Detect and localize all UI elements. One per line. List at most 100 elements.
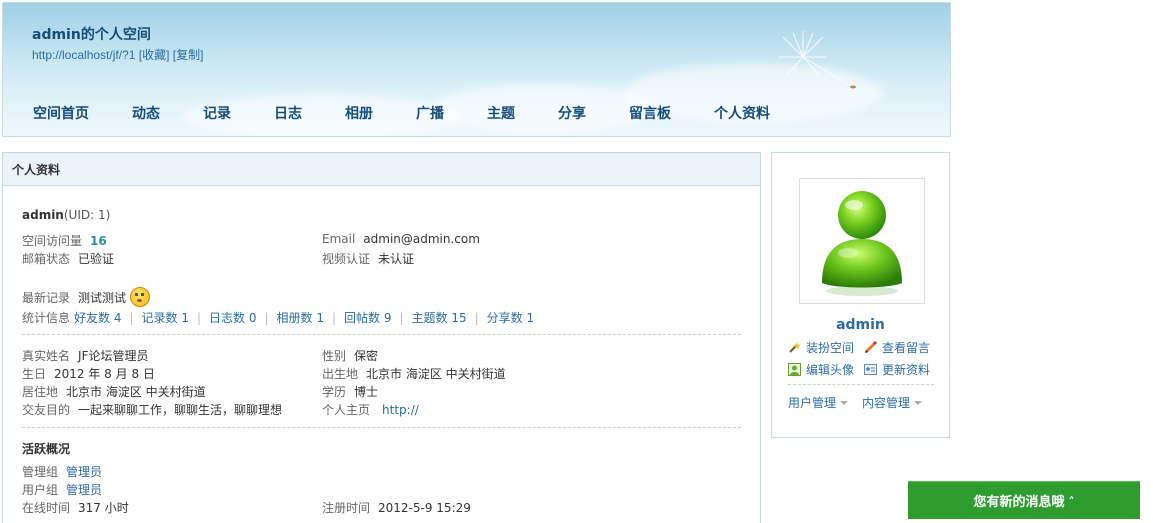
chevron-down-icon	[840, 401, 849, 405]
edit-avatar-button[interactable]: 编辑头像	[788, 361, 854, 378]
gender-label: 性别	[322, 349, 347, 363]
register-time-row: 注册时间 2012-5-9 15:29	[322, 499, 471, 516]
nav-home[interactable]: 空间首页	[33, 103, 89, 123]
chevron-up-icon: ˄	[1068, 495, 1075, 509]
user-management-menu[interactable]: 用户管理	[788, 394, 849, 411]
online-time-label: 在线时间	[22, 501, 71, 515]
decorate-space-button[interactable]: 装扮空间	[788, 339, 854, 356]
stat-blogs[interactable]: 日志数 0	[209, 311, 256, 325]
homepage-label: 个人主页	[322, 403, 371, 417]
user-group-row: 用户组 管理员	[22, 481, 102, 498]
space-title: admin的个人空间	[32, 27, 151, 43]
realname-value: JF论坛管理员	[78, 349, 149, 363]
nav-feed[interactable]: 动态	[132, 103, 160, 123]
purpose-label: 交友目的	[22, 403, 71, 417]
stat-friends[interactable]: 好友数 4	[74, 311, 121, 325]
residence-label: 居住地	[22, 385, 59, 399]
stat-threads[interactable]: 主题数 15	[412, 311, 467, 325]
mail-status-row: 邮箱状态 已验证	[22, 250, 114, 267]
smiley-emoticon-icon	[130, 287, 151, 307]
stat-records[interactable]: 记录数 1	[142, 311, 189, 325]
video-auth-value: 未认证	[378, 252, 415, 266]
user-avatar-icon	[822, 191, 902, 296]
homepage-link[interactable]: http://	[382, 403, 419, 417]
user-group-link[interactable]: 管理员	[66, 483, 102, 497]
profile-panel: 个人资料 admin(UID: 1) 空间访问量 16 Email admin@ad…	[2, 152, 761, 523]
space-header: admin的个人空间 http://localhost/jf/?1 [收藏] […	[2, 2, 951, 137]
admin-group-row: 管理组 管理员	[22, 463, 102, 480]
notification-text: 您有新的消息哦	[973, 495, 1065, 510]
visits-count: 16	[90, 234, 107, 248]
online-time-value: 317 小时	[78, 501, 129, 515]
education-row: 学历 博士	[322, 383, 378, 400]
purpose-value: 一起来聊聊工作，聊聊生活，聊聊理想	[78, 403, 283, 417]
stat-replies[interactable]: 回帖数 9	[344, 311, 391, 325]
decorate-space-label: 装扮空间	[806, 341, 855, 355]
edit-avatar-label: 编辑头像	[806, 363, 855, 377]
birthday-label: 生日	[22, 367, 47, 381]
nav-threads[interactable]: 主题	[487, 103, 515, 123]
user-management-label: 用户管理	[788, 396, 837, 410]
copy-link[interactable]: [复制]	[173, 48, 204, 62]
realname-label: 真实姓名	[22, 349, 71, 363]
email-row: Email admin@admin.com	[322, 232, 480, 246]
space-url[interactable]: http://localhost/jf/?1	[32, 48, 135, 62]
profile-uid: (UID: 1)	[63, 208, 111, 222]
birthplace-value: 北京市 海淀区 中关村街道	[366, 367, 506, 381]
mail-status-value: 已验证	[78, 252, 115, 266]
divider	[22, 334, 741, 335]
card-username[interactable]: admin	[772, 317, 949, 333]
pencil-icon	[864, 341, 877, 354]
email-label: Email	[322, 232, 356, 246]
nav-guestbook[interactable]: 留言板	[629, 103, 671, 123]
admin-group-label: 管理组	[22, 465, 59, 479]
user-card: admin 装扮空间 查看留言 编辑头像 更新资料 用户管理 内容管理	[771, 152, 950, 438]
residence-row: 居住地 北京市 海淀区 中关村街道	[22, 383, 206, 400]
birthplace-label: 出生地	[322, 367, 359, 381]
divider	[788, 384, 934, 385]
content-management-label: 内容管理	[862, 396, 911, 410]
update-profile-button[interactable]: 更新资料	[864, 361, 930, 378]
nav-album[interactable]: 相册	[345, 103, 373, 123]
view-messages-button[interactable]: 查看留言	[864, 339, 930, 356]
magic-wand-icon	[789, 342, 801, 353]
admin-group-link[interactable]: 管理员	[66, 465, 102, 479]
profile-username: admin	[22, 208, 64, 222]
cloud-decoration	[433, 83, 653, 133]
new-message-notification[interactable]: 您有新的消息哦 ˄	[908, 481, 1140, 519]
nav-records[interactable]: 记录	[203, 103, 231, 123]
chevron-down-icon	[914, 401, 923, 405]
visits-label: 空间访问量	[22, 234, 83, 248]
space-url-line: http://localhost/jf/?1 [收藏] [复制]	[32, 46, 203, 63]
favorite-link[interactable]: [收藏]	[139, 48, 170, 62]
visits-row: 空间访问量 16	[22, 232, 107, 249]
mail-status-label: 邮箱状态	[22, 252, 71, 266]
update-profile-label: 更新资料	[882, 363, 931, 377]
nav-broadcast[interactable]: 广播	[416, 103, 444, 123]
stat-shares[interactable]: 分享数 1	[487, 311, 534, 325]
video-auth-label: 视频认证	[322, 252, 371, 266]
education-label: 学历	[322, 385, 347, 399]
register-time-label: 注册时间	[322, 501, 371, 515]
latest-record-label: 最新记录	[22, 291, 71, 305]
avatar[interactable]	[799, 178, 925, 304]
view-messages-label: 查看留言	[882, 341, 931, 355]
stat-albums[interactable]: 相册数 1	[277, 311, 324, 325]
education-value: 博士	[354, 385, 379, 399]
birthday-value: 2012 年 8 月 8 日	[54, 367, 155, 381]
latest-record-row: 最新记录 测试测试	[22, 287, 151, 307]
user-identity: admin(UID: 1)	[22, 208, 110, 222]
stats-label: 统计信息	[22, 311, 71, 325]
realname-row: 真实姓名 JF论坛管理员	[22, 347, 148, 364]
residence-value: 北京市 海淀区 中关村街道	[66, 385, 206, 399]
activity-title: 活跃概况	[22, 442, 71, 456]
nav-share[interactable]: 分享	[558, 103, 586, 123]
content-management-menu[interactable]: 内容管理	[862, 394, 923, 411]
profile-card-icon	[864, 364, 877, 375]
nav-profile[interactable]: 个人资料	[714, 103, 770, 123]
latest-record-value: 测试测试	[78, 291, 127, 305]
gender-row: 性别 保密	[322, 347, 378, 364]
stats-row: 统计信息 好友数 4 | 记录数 1 | 日志数 0 | 相册数 1 | 回帖数 9 | 主题数 15…	[22, 311, 535, 325]
nav-blog[interactable]: 日志	[274, 103, 302, 123]
dandelion-decoration	[779, 31, 856, 89]
